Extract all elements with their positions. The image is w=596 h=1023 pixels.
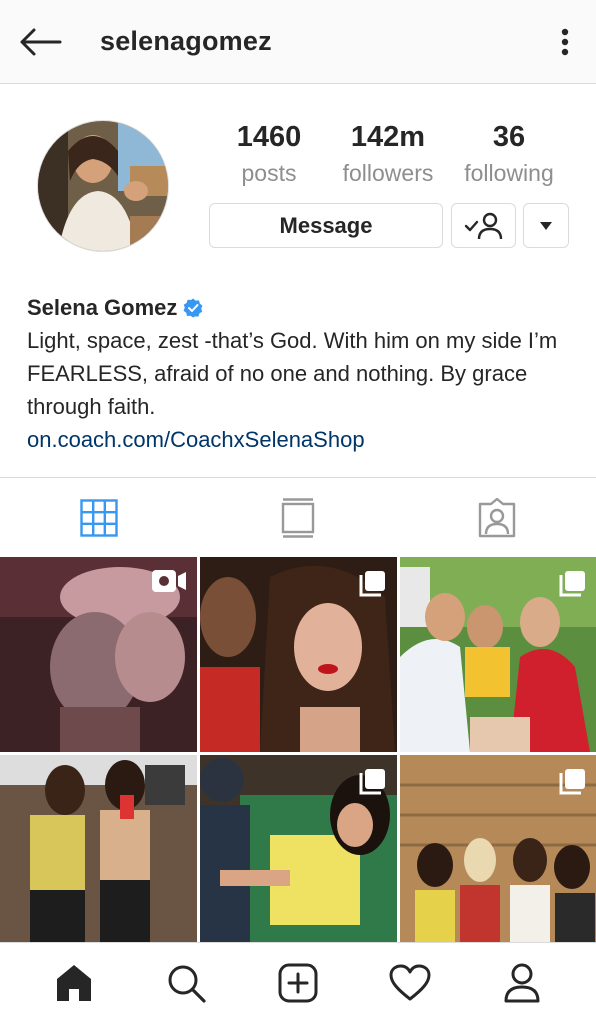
followers-label: followers [342,160,434,186]
message-button[interactable]: Message [209,203,443,248]
multiple-icon [559,769,585,795]
nav-home-button[interactable] [44,953,104,1013]
nav-search-button[interactable] [156,953,216,1013]
person-check-icon [464,212,502,239]
profile-bio: Selena Gomez Light, space, zest -that’s … [27,292,577,456]
bottom-navigation [0,942,596,1023]
tagged-icon [478,497,515,537]
grid-icon [80,498,119,537]
caret-down-icon [540,221,552,230]
post-type-badge [559,569,587,602]
tab-tagged[interactable] [397,478,596,557]
posts-count: 1460 [236,121,302,153]
following-label: following [464,160,554,186]
stat-following[interactable]: 36 following [456,120,562,188]
post-thumbnail[interactable] [0,755,197,942]
multiple-icon [559,571,585,597]
multiple-icon [359,571,385,597]
avatar-image [38,121,168,251]
post-type-badge [359,569,387,602]
followers-count: 142m [350,121,426,153]
top-bar: selenagomez [0,0,596,84]
multiple-icon [359,769,385,795]
posts-grid [0,557,596,942]
video-icon [152,570,186,592]
post-type-badge [359,767,387,800]
tab-grid[interactable] [0,478,199,557]
post-thumbnail[interactable] [200,755,397,942]
home-icon [57,965,91,1001]
back-button[interactable] [14,22,66,62]
post-type-badge [559,767,587,800]
nav-activity-button[interactable] [380,953,440,1013]
more-options-button[interactable] [548,22,582,62]
tab-feed[interactable] [199,478,398,557]
add-post-icon [278,963,318,1003]
activity-heart-icon [389,964,431,1001]
arrow-left-icon [20,28,62,56]
verified-badge-icon [183,298,203,318]
post-thumbnail[interactable] [0,557,197,752]
profile-tabs [0,477,596,557]
posts-label: posts [241,160,297,186]
post-image [0,755,197,942]
post-thumbnail[interactable] [400,755,596,942]
profile-avatar[interactable] [37,120,169,252]
profile-icon [504,963,540,1003]
following-count: 36 [492,121,526,153]
bio-text: Light, space, zest -that’s God. With him… [27,328,558,419]
stat-posts[interactable]: 1460 posts [218,120,320,188]
stat-followers[interactable]: 142m followers [336,120,440,188]
post-thumbnail[interactable] [400,557,596,752]
feed-icon [281,497,315,538]
more-vertical-icon [561,28,569,56]
profile-username: selenagomez [100,26,272,56]
search-icon [168,965,206,1003]
bio-name-row: Selena Gomez [27,292,577,324]
nav-new-post-button[interactable] [268,953,328,1013]
suggestions-dropdown-button[interactable] [523,203,569,248]
bio-website-link[interactable]: on.coach.com/CoachxSelenaShop [27,423,577,456]
nav-profile-button[interactable] [492,953,552,1013]
post-type-badge [151,569,187,598]
following-status-button[interactable] [451,203,516,248]
full-name: Selena Gomez [27,295,178,320]
post-thumbnail[interactable] [200,557,397,752]
